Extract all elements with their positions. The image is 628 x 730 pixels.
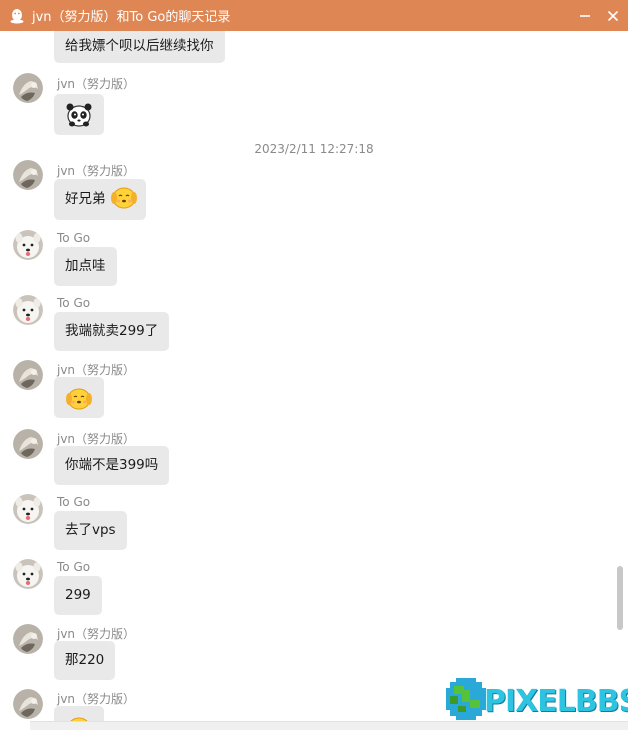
jvn-avatar[interactable]	[13, 360, 43, 390]
minimize-button[interactable]	[578, 9, 592, 23]
message-bubble[interactable]: 我端就卖299了	[54, 312, 170, 351]
close-button[interactable]	[606, 9, 620, 23]
title-bar[interactable]: jvn（努力版）和To Go的聊天记录	[0, 0, 628, 31]
message-text: 好兄弟	[65, 191, 106, 207]
sender-name: To Go	[57, 560, 91, 574]
sender-name: jvn（努力版）	[57, 363, 136, 377]
minimize-icon	[580, 14, 590, 17]
jvn-avatar[interactable]	[13, 73, 43, 103]
qq-penguin-icon	[8, 7, 26, 25]
message-bubble[interactable]: 好兄弟	[54, 179, 146, 220]
sender-name: jvn（努力版）	[57, 77, 136, 91]
message-bubble[interactable]: 那220	[54, 641, 116, 680]
message-bubble[interactable]	[54, 377, 104, 418]
message-bubble[interactable]: 去了vps	[54, 511, 127, 550]
pixel-globe-icon	[446, 678, 486, 720]
message-bubble[interactable]: 给我嫖个呗以后继续找你	[54, 31, 225, 63]
dog-avatar[interactable]	[13, 494, 43, 524]
dog-avatar[interactable]	[13, 230, 43, 260]
message-bubble[interactable]: 你端不是399吗	[54, 446, 170, 485]
message-timestamp: 2023/2/11 12:27:18	[254, 142, 374, 156]
jvn-avatar[interactable]	[13, 624, 43, 654]
panda-emoji-icon	[66, 103, 92, 127]
message-list[interactable]: 给我嫖个呗以后继续找你 jvn（努力版） 2023/2/11 12:27:18 …	[0, 31, 628, 730]
sender-name: To Go	[57, 495, 91, 509]
sender-name: To Go	[57, 231, 91, 245]
message-bubble[interactable]: 299	[54, 576, 102, 615]
scrollbar-thumb[interactable]	[617, 566, 623, 630]
dog-avatar[interactable]	[13, 559, 43, 589]
chat-history-window: jvn（努力版）和To Go的聊天记录 给我嫖个呗以后继续找你 jvn（努力版）…	[0, 0, 628, 730]
dog-emoji-icon	[110, 187, 137, 209]
sender-name: jvn（努力版）	[57, 627, 136, 641]
window-controls	[578, 0, 620, 31]
dog-avatar[interactable]	[13, 295, 43, 325]
message-bubble[interactable]: 加点哇	[54, 247, 117, 286]
jvn-avatar[interactable]	[13, 429, 43, 459]
sender-name: jvn（努力版）	[57, 692, 136, 706]
message-bubble[interactable]	[54, 94, 104, 135]
sender-name: jvn（努力版）	[57, 432, 136, 446]
sender-name: jvn（努力版）	[57, 164, 136, 178]
dog-emoji-icon	[66, 388, 92, 409]
watermark-text: PIXELBBS	[484, 684, 628, 719]
sender-name: To Go	[57, 296, 91, 310]
close-icon	[607, 10, 619, 21]
jvn-avatar[interactable]	[13, 160, 43, 190]
pixelbbs-watermark-logo: PIXELBBS	[444, 676, 628, 724]
jvn-avatar[interactable]	[13, 689, 43, 719]
window-title: jvn（努力版）和To Go的聊天记录	[32, 10, 231, 25]
